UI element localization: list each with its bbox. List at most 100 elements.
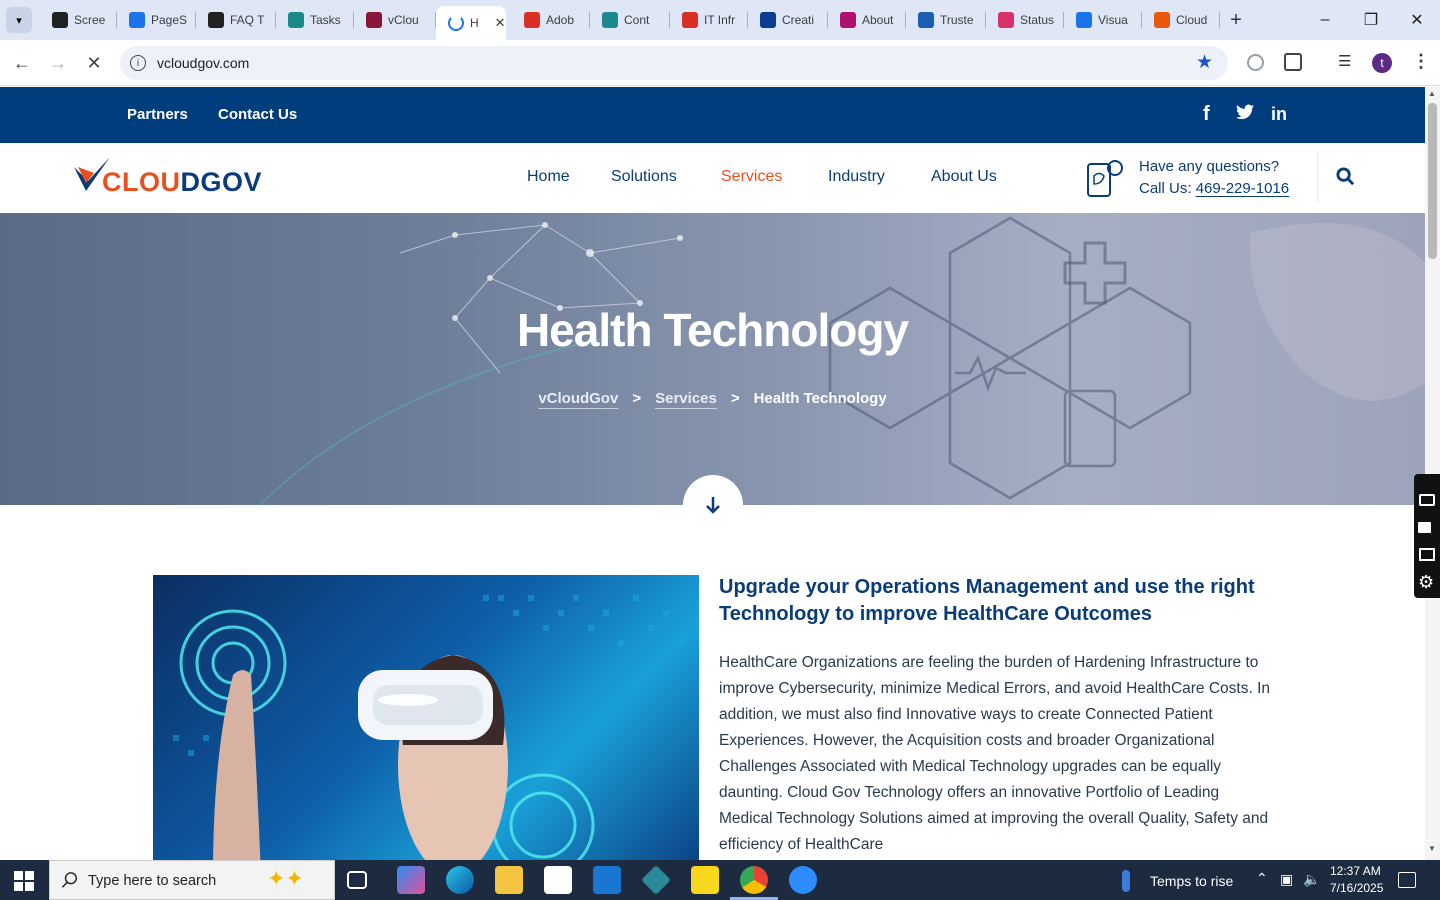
confluence-icon	[760, 12, 776, 28]
search-icon[interactable]	[1336, 167, 1355, 191]
file-explorer-icon[interactable]	[495, 866, 523, 894]
status-icon	[998, 12, 1014, 28]
hero-medical-background	[259, 216, 1425, 505]
nav-services[interactable]: Services	[721, 168, 782, 186]
volume-icon[interactable]: 🔈	[1303, 871, 1320, 888]
facebook-icon[interactable]: f	[1203, 103, 1210, 126]
sticky-notes-icon[interactable]	[691, 866, 719, 894]
nav-solutions[interactable]: Solutions	[611, 168, 677, 186]
windows-taskbar: Type here to search ✦✦ Temps to rise ⌃ ▣…	[0, 860, 1440, 900]
browser-tab[interactable]: Creati	[748, 6, 828, 34]
browser-tab[interactable]: Status	[986, 6, 1064, 34]
edge-browser-icon[interactable]	[446, 866, 474, 894]
extensions-icon[interactable]	[1284, 53, 1302, 71]
close-tab-icon[interactable]: ✕	[495, 15, 506, 31]
clock-time[interactable]: 12:37 AM	[1330, 864, 1381, 878]
breadcrumb-separator: >	[632, 390, 642, 407]
settings-gear-icon[interactable]: ⚙	[1418, 572, 1434, 593]
screenshot-icon[interactable]	[1419, 494, 1435, 506]
start-button[interactable]	[14, 871, 34, 891]
address-bar[interactable]: i vcloudgov.com ★	[120, 46, 1228, 80]
twitter-icon[interactable]	[1236, 104, 1254, 125]
contact-us-link[interactable]: Contact Us	[218, 106, 297, 123]
chrome-browser-icon[interactable]	[740, 866, 768, 894]
browser-menu-icon[interactable]: ⋮	[1412, 51, 1430, 72]
window-capture-icon[interactable]	[1419, 548, 1435, 561]
tab-search-button[interactable]: ▾	[6, 7, 32, 33]
hero-banner: Health Technology vCloudGov > Services > Hea…	[0, 213, 1425, 505]
bookmark-star-icon[interactable]: ★	[1196, 51, 1213, 74]
site-top-bar: Partners Contact Us f in	[0, 87, 1425, 143]
about-icon	[840, 12, 856, 28]
phone-link[interactable]: 469-229-1016	[1196, 180, 1289, 197]
tab-title: Creati	[782, 13, 815, 27]
nav-industry[interactable]: Industry	[828, 168, 885, 186]
forward-button[interactable]: →	[43, 48, 73, 78]
screen-tools-panel: ⚙	[1414, 474, 1440, 598]
browser-tab[interactable]: Truste	[906, 6, 986, 34]
mail-icon[interactable]	[593, 866, 621, 894]
browser-tab[interactable]: FAQ T	[196, 6, 276, 34]
main-navigation: CLOUDGOV Home Solutions Services Industr…	[0, 143, 1425, 213]
back-button[interactable]: ←	[7, 48, 37, 78]
video-record-icon[interactable]	[1418, 522, 1431, 533]
copilot-sparkle-icon: ✦✦	[267, 866, 304, 891]
restore-button[interactable]: ❐	[1348, 0, 1394, 40]
scroll-down-arrow-icon[interactable]: ▼	[1428, 844, 1436, 853]
close-window-button[interactable]: ✕	[1394, 0, 1440, 40]
task-view-icon[interactable]	[347, 871, 367, 889]
browser-tab[interactable]: Scree	[40, 6, 117, 34]
clock-date[interactable]: 7/16/2025	[1330, 881, 1383, 895]
loading-icon	[448, 15, 464, 31]
new-tab-button[interactable]: +	[1224, 8, 1248, 32]
linkedin-icon[interactable]: in	[1271, 104, 1287, 125]
browser-tab[interactable]: Cloud	[1142, 6, 1220, 34]
stop-loading-button[interactable]: ✕	[79, 48, 109, 78]
zoom-app-icon[interactable]	[789, 866, 817, 894]
profile-avatar[interactable]: t	[1372, 53, 1392, 73]
browser-tab[interactable]: Cont	[590, 6, 670, 34]
breadcrumb-services-link[interactable]: Services	[655, 390, 717, 407]
scroll-up-arrow-icon[interactable]: ▲	[1428, 89, 1436, 98]
site-info-icon[interactable]: i	[130, 55, 146, 71]
breadcrumb-current: Health Technology	[753, 390, 887, 407]
browser-tab[interactable]: PageS	[117, 6, 196, 34]
contact-icon	[602, 12, 618, 28]
vr-illustration	[173, 595, 684, 860]
scroll-down-button[interactable]	[683, 475, 743, 535]
taskbar-search-box[interactable]: Type here to search ✦✦	[49, 860, 335, 900]
browser-tab[interactable]: Adob	[512, 6, 590, 34]
nav-home[interactable]: Home	[527, 168, 570, 186]
tab-title: About	[862, 13, 894, 27]
web-page: Partners Contact Us f in CLOUDGOV Home S…	[0, 87, 1425, 860]
breadcrumb: vCloudGov > Services > Health Technology	[0, 390, 1425, 407]
tab-title: Truste	[940, 13, 974, 27]
translate-icon[interactable]	[1247, 54, 1264, 71]
scrollbar-thumb[interactable]	[1428, 103, 1437, 259]
copilot-app-icon[interactable]	[397, 866, 425, 894]
browser-tab[interactable]: vClou	[354, 6, 436, 34]
cloudgov-logo[interactable]: CLOUDGOV	[72, 155, 272, 199]
browser-tab[interactable]: H ✕	[436, 6, 506, 40]
browser-tab[interactable]: Tasks	[276, 6, 354, 34]
tab-title: H	[470, 16, 479, 30]
app-diamond-icon[interactable]	[641, 865, 671, 895]
system-tray-chevron-icon[interactable]: ⌃	[1256, 870, 1268, 887]
browser-tab[interactable]: About	[828, 6, 906, 34]
weather-text[interactable]: Temps to rise	[1150, 873, 1233, 889]
arrow-down-icon	[706, 497, 720, 514]
tab-separator	[1219, 12, 1220, 28]
microsoft-store-icon[interactable]	[544, 866, 572, 894]
browser-tab[interactable]: IT Infr	[670, 6, 748, 34]
browser-tab[interactable]: Visua	[1064, 6, 1142, 34]
minimize-button[interactable]: –	[1302, 0, 1348, 40]
breadcrumb-home-link[interactable]: vCloudGov	[538, 390, 618, 407]
notification-icon[interactable]	[1398, 872, 1416, 888]
adobe-icon	[524, 12, 540, 28]
faq-icon	[208, 12, 224, 28]
nav-about-us[interactable]: About Us	[931, 168, 997, 186]
browser-tab-strip: ▾ Scree PageS FAQ T Tasks vClou H ✕ Adob Cont IT …	[0, 0, 1440, 40]
network-icon[interactable]: ▣	[1280, 871, 1293, 888]
media-control-icon[interactable]: ☰	[1338, 52, 1351, 70]
partners-link[interactable]: Partners	[127, 106, 188, 123]
